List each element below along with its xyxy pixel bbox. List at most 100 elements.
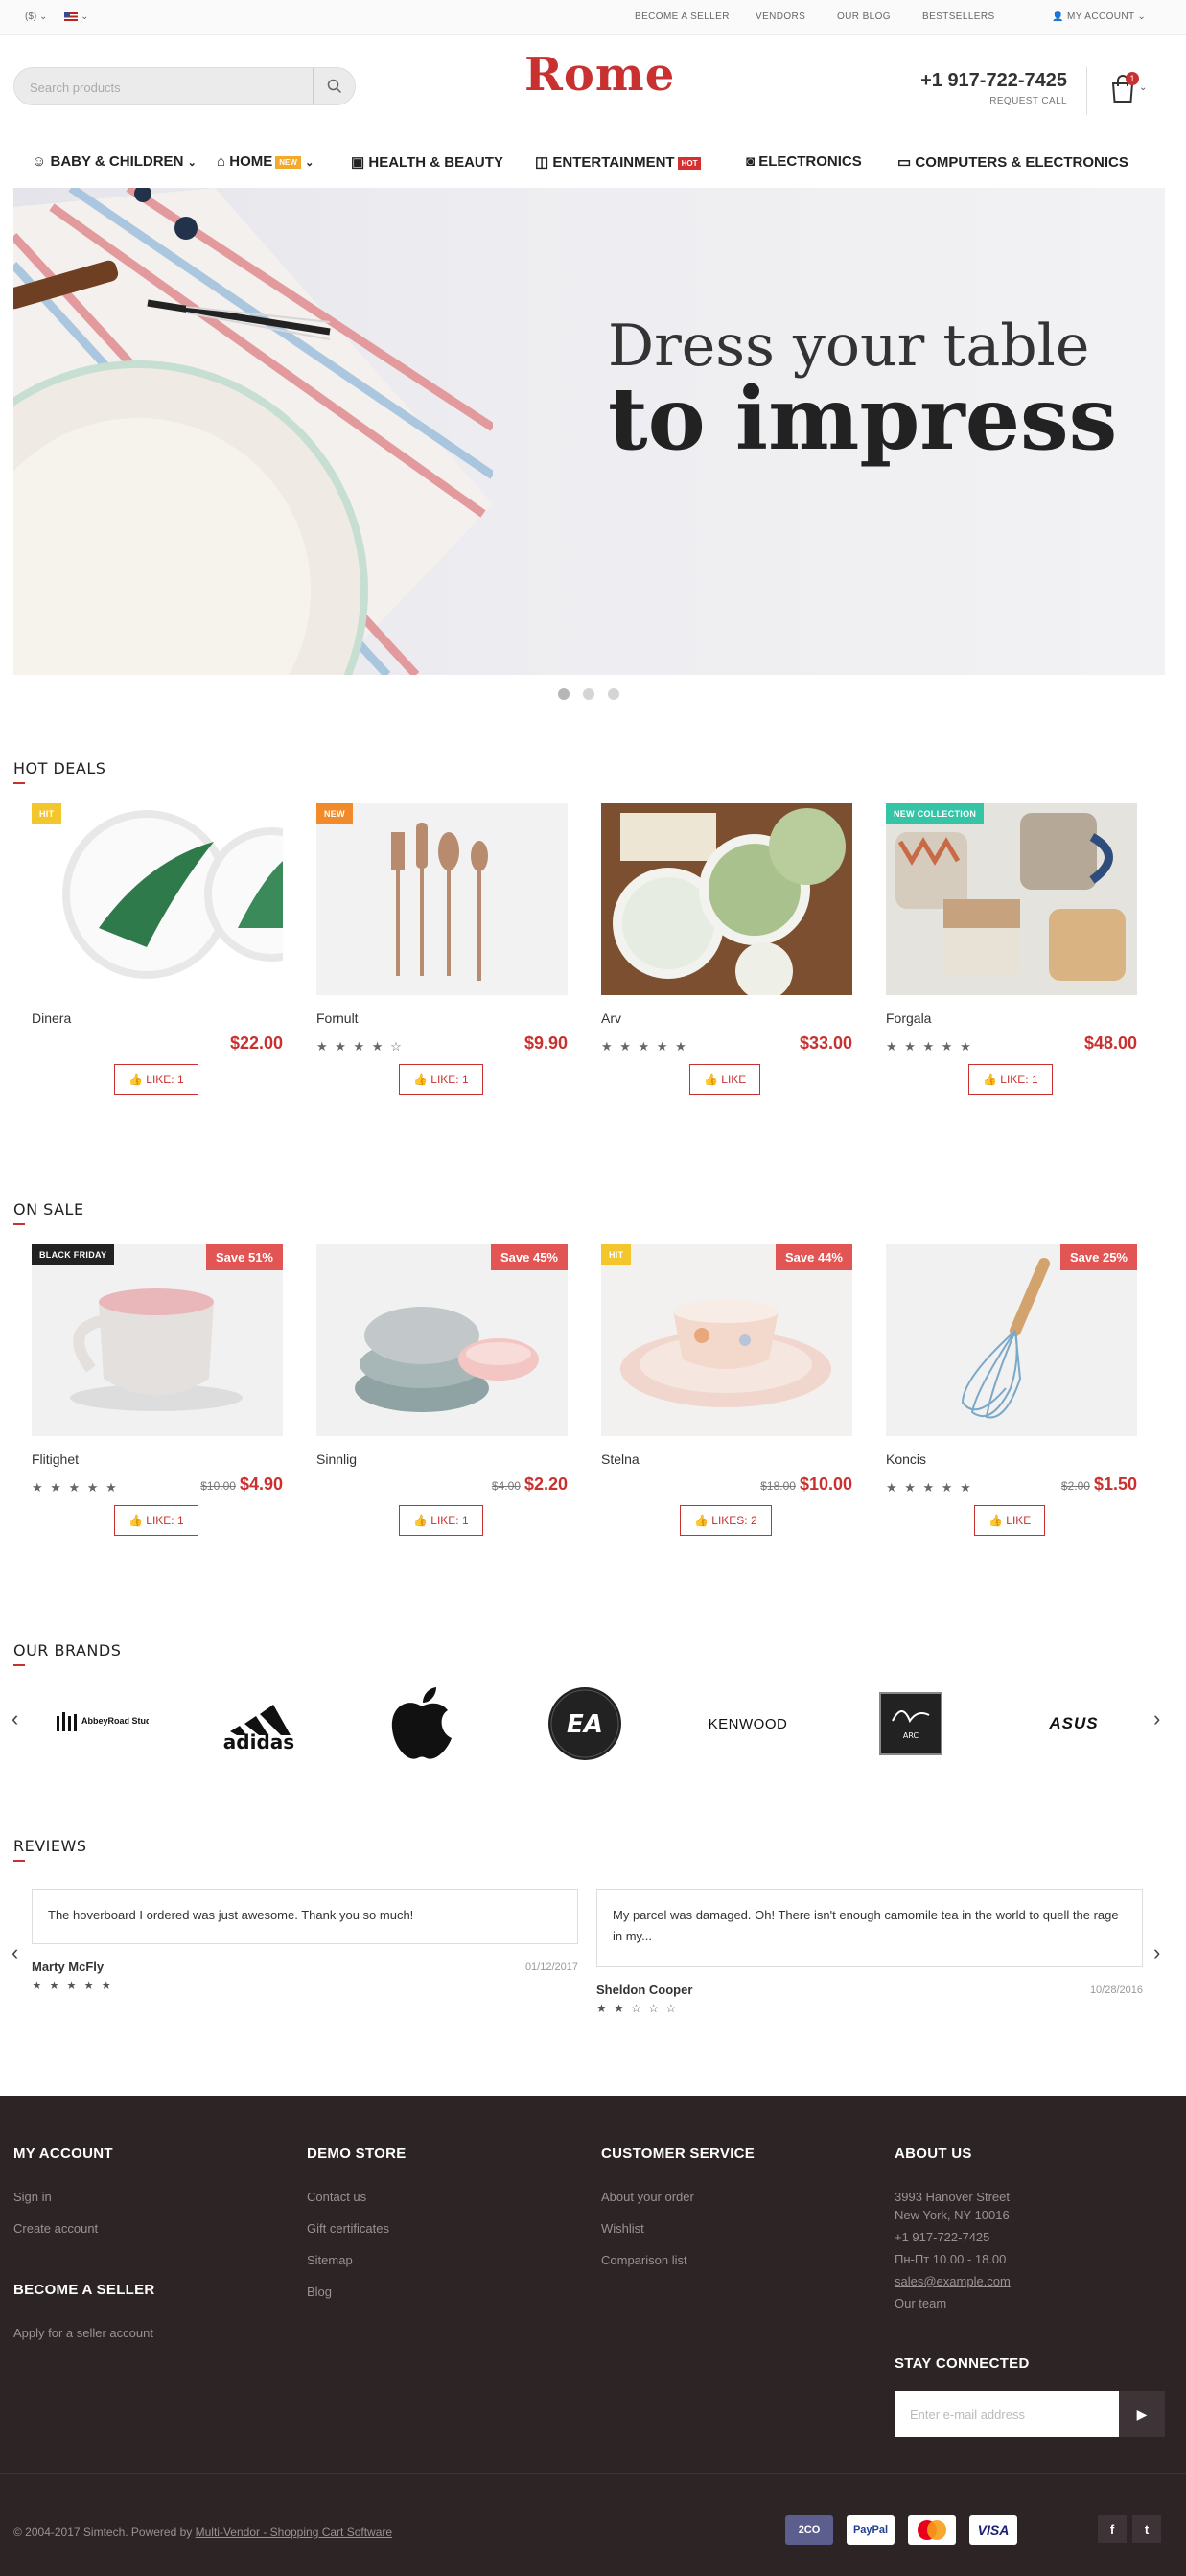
like-button[interactable]: 👍 LIKE bbox=[974, 1505, 1046, 1536]
facebook-icon[interactable]: f bbox=[1098, 2515, 1127, 2543]
search-input[interactable]: Search products bbox=[30, 81, 121, 95]
brand-arc-logo[interactable]: ARC bbox=[849, 1685, 973, 1762]
product-card[interactable]: NEW COLLECTION Forgala ★ ★ ★ ★ ★ $48.00 … bbox=[886, 803, 1137, 1101]
sitemap-link[interactable]: Sitemap bbox=[307, 2253, 353, 2267]
menu-item-entertainment[interactable]: ◫ ENTERTAINMENT HOT bbox=[535, 153, 702, 171]
product-name[interactable]: Flitighet bbox=[32, 1451, 79, 1467]
request-call-link[interactable]: REQUEST CALL bbox=[920, 96, 1067, 106]
menu-label: COMPUTERS & ELECTRONICS bbox=[915, 154, 1128, 171]
product-image[interactable] bbox=[32, 803, 283, 995]
visa-payment-icon: VISA bbox=[969, 2515, 1017, 2545]
product-price: $10.00 $4.90 bbox=[200, 1474, 283, 1495]
product-name[interactable]: Stelna bbox=[601, 1451, 640, 1467]
product-card[interactable]: Save 45% Sinnlig $4.00 $2.20 👍 LIKE: 1 bbox=[316, 1244, 568, 1542]
brand-apple-logo[interactable] bbox=[360, 1685, 484, 1762]
cart-button[interactable]: 1 ⌄ bbox=[1086, 67, 1147, 115]
slide-dot-2[interactable] bbox=[583, 688, 594, 700]
product-card[interactable]: NEW Fornult ★ ★ ★ ★ ☆ $9.90 👍 LIKE: 1 bbox=[316, 803, 568, 1101]
mastercard-logo bbox=[918, 2520, 946, 2540]
like-button[interactable]: 👍 LIKE bbox=[689, 1064, 761, 1095]
product-image[interactable] bbox=[32, 1244, 283, 1436]
twitter-icon[interactable]: t bbox=[1132, 2515, 1161, 2543]
vendors-link[interactable]: VENDORS bbox=[756, 12, 805, 22]
thumbs-up-icon: 👍 bbox=[988, 1514, 1007, 1527]
apply-seller-link[interactable]: Apply for a seller account bbox=[13, 2326, 153, 2340]
our-blog-link[interactable]: OUR BLOG bbox=[837, 12, 891, 22]
hot-tag: HOT bbox=[677, 156, 702, 170]
brand-name: adidas bbox=[223, 1730, 294, 1752]
sign-in-link[interactable]: Sign in bbox=[13, 2190, 52, 2204]
about-order-link[interactable]: About your order bbox=[601, 2190, 694, 2204]
reviews-prev-arrow[interactable]: ‹ bbox=[12, 1940, 18, 1965]
like-button[interactable]: 👍 LIKE: 1 bbox=[399, 1064, 483, 1095]
my-account-menu[interactable]: 👤 MY ACCOUNT ⌄ bbox=[1052, 12, 1146, 22]
wishlist-link[interactable]: Wishlist bbox=[601, 2221, 644, 2236]
reviews-next-arrow[interactable]: › bbox=[1153, 1940, 1160, 1965]
brand-asus-logo[interactable]: ASUS bbox=[1012, 1685, 1136, 1762]
menu-item-computers-electronics[interactable]: ▭ COMPUTERS & ELECTRONICS bbox=[897, 153, 1128, 171]
product-name[interactable]: Forgala bbox=[886, 1010, 931, 1026]
brands-next-arrow[interactable]: › bbox=[1153, 1706, 1160, 1731]
product-name[interactable]: Koncis bbox=[886, 1451, 926, 1467]
new-tag: NEW bbox=[275, 155, 301, 169]
product-badge: HIT bbox=[601, 1244, 632, 1265]
language-selector[interactable]: ⌄ bbox=[64, 12, 89, 22]
product-card[interactable]: Save 25% Koncis ★ ★ ★ ★ ★ $2.00 $1.50 👍 L… bbox=[886, 1244, 1137, 1542]
product-name[interactable]: Dinera bbox=[32, 1010, 71, 1026]
gift-certificates-link[interactable]: Gift certificates bbox=[307, 2221, 389, 2236]
like-label: LIKE: 1 bbox=[430, 1073, 469, 1086]
brand-abbeyroad-logo[interactable]: AbbeyRoad Studios bbox=[34, 1685, 158, 1762]
search-icon bbox=[327, 79, 341, 94]
slide-dot-1[interactable] bbox=[558, 688, 570, 700]
like-button[interactable]: 👍 LIKES: 2 bbox=[680, 1505, 772, 1536]
contact-us-link[interactable]: Contact us bbox=[307, 2190, 366, 2204]
brand-kenwood-logo[interactable]: KENWOOD bbox=[686, 1685, 810, 1762]
search-button[interactable] bbox=[313, 68, 355, 104]
copyright-label: © 2004-2017 Simtech. Powered by bbox=[13, 2525, 193, 2539]
product-name[interactable]: Arv bbox=[601, 1010, 621, 1026]
like-button[interactable]: 👍 LIKE: 1 bbox=[114, 1064, 198, 1095]
brand-adidas-logo[interactable]: adidas bbox=[197, 1685, 321, 1762]
adidas-logo: adidas bbox=[223, 1705, 294, 1752]
product-image[interactable] bbox=[316, 1244, 568, 1436]
product-image[interactable] bbox=[886, 803, 1137, 995]
brands-prev-arrow[interactable]: ‹ bbox=[12, 1706, 18, 1731]
powered-by-link[interactable]: Multi-Vendor - Shopping Cart Software bbox=[196, 2525, 392, 2539]
become-seller-link[interactable]: BECOME A SELLER bbox=[635, 12, 730, 22]
footer-demo-store-title: DEMO STORE bbox=[307, 2146, 407, 2162]
create-account-link[interactable]: Create account bbox=[13, 2221, 98, 2236]
product-image[interactable] bbox=[601, 1244, 852, 1436]
comparison-list-link[interactable]: Comparison list bbox=[601, 2253, 687, 2267]
menu-item-baby-children[interactable]: ☺ BABY & CHILDREN ⌄ bbox=[32, 153, 197, 170]
product-card[interactable]: HIT Dinera $22.00 👍 LIKE: 1 bbox=[32, 803, 283, 1101]
email-link[interactable]: sales@example.com bbox=[895, 2274, 1011, 2288]
product-card[interactable]: HIT Save 44% Stelna $18.00 $10.00 👍 LIKES… bbox=[601, 1244, 852, 1542]
our-team-link[interactable]: Our team bbox=[895, 2296, 946, 2310]
product-image[interactable] bbox=[601, 803, 852, 995]
like-button[interactable]: 👍 LIKE: 1 bbox=[968, 1064, 1053, 1095]
cart-count-badge: 1 bbox=[1126, 72, 1139, 85]
product-image[interactable] bbox=[886, 1244, 1137, 1436]
thumbs-up-icon: 👍 bbox=[983, 1073, 1001, 1086]
newsletter-submit-button[interactable]: ▶ bbox=[1119, 2391, 1165, 2437]
bowls-image bbox=[355, 1307, 539, 1412]
brand-name: EA bbox=[567, 1710, 603, 1739]
bestsellers-link[interactable]: BESTSELLERS bbox=[922, 12, 995, 22]
product-name[interactable]: Fornult bbox=[316, 1010, 359, 1026]
menu-item-electronics[interactable]: ◙ ELECTRONICS bbox=[746, 153, 862, 170]
product-card[interactable]: BLACK FRIDAY Save 51% Flitighet ★ ★ ★ ★ … bbox=[32, 1244, 283, 1542]
newsletter-email-input[interactable]: Enter e-mail address bbox=[895, 2391, 1119, 2437]
currency-selector[interactable]: ($) ⌄ bbox=[25, 12, 47, 22]
product-image[interactable] bbox=[316, 803, 568, 995]
blog-link[interactable]: Blog bbox=[307, 2285, 332, 2299]
like-button[interactable]: 👍 LIKE: 1 bbox=[399, 1505, 483, 1536]
hero-banner[interactable]: Dress your table to impress bbox=[13, 188, 1165, 675]
product-name[interactable]: Sinnlig bbox=[316, 1451, 357, 1467]
menu-item-health-beauty[interactable]: ▣ HEALTH & BEAUTY bbox=[351, 153, 503, 171]
brand-ea-logo[interactable]: EA bbox=[523, 1685, 647, 1762]
site-logo[interactable]: Rome bbox=[524, 48, 675, 102]
product-card[interactable]: Arv ★ ★ ★ ★ ★ $33.00 👍 LIKE bbox=[601, 803, 852, 1101]
menu-item-home[interactable]: ⌂ HOME NEW ⌄ bbox=[217, 153, 314, 170]
like-button[interactable]: 👍 LIKE: 1 bbox=[114, 1505, 198, 1536]
slide-dot-3[interactable] bbox=[608, 688, 619, 700]
